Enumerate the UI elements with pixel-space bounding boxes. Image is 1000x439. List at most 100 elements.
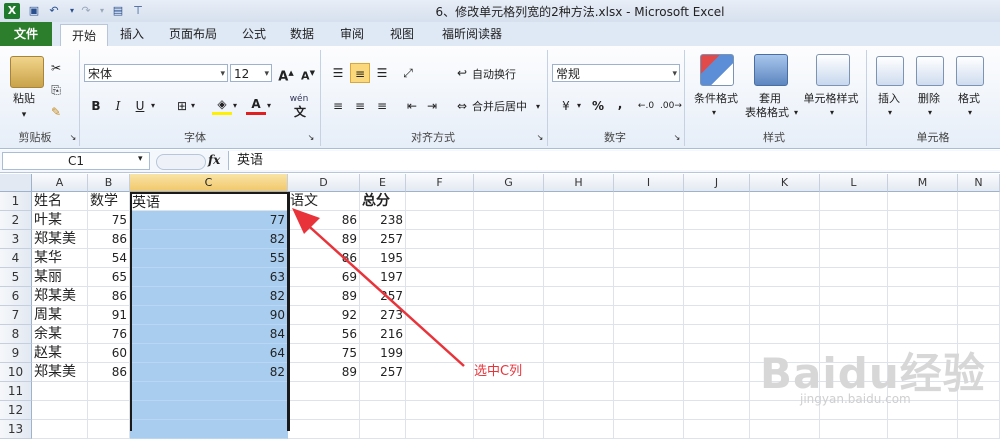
format-button[interactable]: 格式 — [952, 92, 986, 106]
empty-cell-j4[interactable] — [684, 249, 750, 268]
empty-cell-k13[interactable] — [750, 420, 820, 439]
format-as-table-icon[interactable] — [754, 54, 788, 86]
column-header-d[interactable]: D — [288, 174, 360, 192]
cell-c2[interactable]: 77 — [130, 211, 288, 230]
cell-a1[interactable]: 姓名 — [32, 192, 88, 211]
tab-insert[interactable]: 插入 — [112, 24, 152, 44]
font-size-select[interactable]: 12 ▾ — [230, 64, 272, 82]
cell-c4[interactable]: 55 — [130, 249, 288, 268]
orientation-icon[interactable]: ⤢ — [398, 63, 418, 83]
cell-c9[interactable]: 64 — [130, 344, 288, 363]
empty-cell-i2[interactable] — [614, 211, 684, 230]
row-header-1[interactable]: 1 — [0, 192, 32, 211]
row-header-4[interactable]: 4 — [0, 249, 32, 268]
cell-c1[interactable]: 英语 — [130, 192, 288, 211]
customize-qat-icon[interactable]: ⊤ — [130, 3, 146, 19]
wrap-text-button[interactable]: 自动换行 — [472, 68, 532, 82]
format-painter-icon[interactable]: ✎ — [46, 102, 66, 122]
empty-cell-e12[interactable] — [360, 401, 406, 420]
row-header-10[interactable]: 10 — [0, 363, 32, 382]
copy-icon[interactable]: ⎘ — [46, 80, 66, 100]
align-bottom-icon[interactable]: ☰ — [372, 63, 392, 83]
insert-cells-icon[interactable] — [876, 56, 904, 86]
align-center-icon[interactable]: ≡ — [350, 96, 370, 116]
empty-cell-n5[interactable] — [958, 268, 1000, 287]
empty-cell-j10[interactable] — [684, 363, 750, 382]
empty-cell-i1[interactable] — [614, 192, 684, 211]
align-top-icon[interactable]: ☰ — [328, 63, 348, 83]
empty-cell-g13[interactable] — [474, 420, 544, 439]
insert-button[interactable]: 插入 — [872, 92, 906, 106]
row-header-3[interactable]: 3 — [0, 230, 32, 249]
empty-cell-k7[interactable] — [750, 306, 820, 325]
column-header-h[interactable]: H — [544, 174, 614, 192]
format-cells-icon[interactable] — [956, 56, 984, 86]
empty-cell-g8[interactable] — [474, 325, 544, 344]
conditional-formatting-dropdown-icon[interactable]: ▾ — [708, 106, 720, 120]
empty-cell-f12[interactable] — [406, 401, 474, 420]
empty-cell-j1[interactable] — [684, 192, 750, 211]
empty-cell-i10[interactable] — [614, 363, 684, 382]
paste-icon[interactable] — [10, 56, 44, 88]
conditional-formatting-icon[interactable] — [700, 54, 734, 86]
empty-cell-i6[interactable] — [614, 287, 684, 306]
cell-a2[interactable]: 叶某 — [32, 211, 88, 230]
comma-button[interactable]: , — [610, 94, 630, 114]
empty-cell-j9[interactable] — [684, 344, 750, 363]
merge-center-button[interactable]: 合并后居中 — [472, 100, 536, 114]
empty-cell-i3[interactable] — [614, 230, 684, 249]
row-header-6[interactable]: 6 — [0, 287, 32, 306]
wrap-text-icon[interactable]: ↩ — [452, 63, 472, 83]
empty-cell-h10[interactable] — [544, 363, 614, 382]
font-color-dropdown-icon[interactable]: ▾ — [264, 96, 274, 116]
percent-button[interactable]: % — [588, 96, 608, 116]
empty-cell-i5[interactable] — [614, 268, 684, 287]
empty-cell-l7[interactable] — [820, 306, 888, 325]
cell-styles-button[interactable]: 单元格样式 — [800, 92, 862, 106]
format-as-table-label-1[interactable]: 套用 — [746, 92, 794, 106]
empty-cell-i8[interactable] — [614, 325, 684, 344]
name-box[interactable]: C1 — [2, 152, 150, 170]
empty-cell-f13[interactable] — [406, 420, 474, 439]
empty-cell-i4[interactable] — [614, 249, 684, 268]
empty-cell-g1[interactable] — [474, 192, 544, 211]
empty-cell-a11[interactable] — [32, 382, 88, 401]
column-header-k[interactable]: K — [750, 174, 820, 192]
empty-cell-g6[interactable] — [474, 287, 544, 306]
column-header-n[interactable]: N — [958, 174, 1000, 192]
align-middle-icon[interactable]: ≡ — [350, 63, 370, 83]
format-as-table-dropdown-icon[interactable]: ▾ — [792, 106, 800, 120]
row-header-12[interactable]: 12 — [0, 401, 32, 420]
empty-cell-i11[interactable] — [614, 382, 684, 401]
tab-home[interactable]: 开始 — [60, 24, 108, 47]
accounting-dropdown-icon[interactable]: ▾ — [574, 96, 584, 116]
cell-b6[interactable]: 86 — [88, 287, 130, 306]
empty-cell-n7[interactable] — [958, 306, 1000, 325]
empty-cell-i7[interactable] — [614, 306, 684, 325]
select-all-button[interactable] — [0, 174, 32, 192]
formula-bar-splitter[interactable] — [156, 154, 206, 170]
empty-cell-d12[interactable] — [288, 401, 360, 420]
cell-a8[interactable]: 余某 — [32, 325, 88, 344]
cell-a10[interactable]: 郑某美 — [32, 363, 88, 382]
font-name-select[interactable]: 宋体 ▾ — [84, 64, 228, 82]
empty-cell-e13[interactable] — [360, 420, 406, 439]
increase-decimal-icon[interactable]: ←.0 — [636, 96, 656, 116]
empty-cell-h5[interactable] — [544, 268, 614, 287]
empty-cell-e11[interactable] — [360, 382, 406, 401]
column-header-j[interactable]: J — [684, 174, 750, 192]
empty-cell-c12[interactable] — [130, 401, 288, 420]
cell-a3[interactable]: 郑某美 — [32, 230, 88, 249]
row-header-8[interactable]: 8 — [0, 325, 32, 344]
column-header-e[interactable]: E — [360, 174, 406, 192]
cell-b10[interactable]: 86 — [88, 363, 130, 382]
fill-color-icon[interactable]: ◈ — [212, 96, 232, 115]
conditional-formatting-button[interactable]: 条件格式 — [688, 92, 744, 106]
empty-cell-j3[interactable] — [684, 230, 750, 249]
empty-cell-b13[interactable] — [88, 420, 130, 439]
empty-cell-n13[interactable] — [958, 420, 1000, 439]
number-format-select[interactable]: 常规 ▾ — [552, 64, 680, 82]
cell-a6[interactable]: 郑某美 — [32, 287, 88, 306]
number-launcher-icon[interactable]: ↘ — [672, 131, 682, 145]
empty-cell-h6[interactable] — [544, 287, 614, 306]
